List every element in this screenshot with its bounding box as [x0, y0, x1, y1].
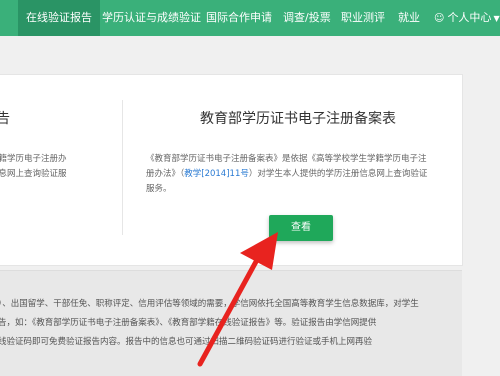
notice-line: 告，如：《教育部学历证书电子注册备案表》、《教育部学籍在线验证报告》等。验证报告… — [0, 318, 377, 328]
regulation-link[interactable]: 教学[2014]11号 — [184, 169, 249, 179]
nav-item-label: 学历认证与成绩验证 — [102, 11, 201, 24]
chevron-down-icon: ▼ — [493, 14, 500, 23]
left-card-desc-line: 学籍学历电子注册办 — [0, 154, 67, 164]
left-card-desc-line: 信息网上查询验证服 — [0, 169, 67, 179]
left-card-description: 学籍学历电子注册办 信息网上查询验证服 — [0, 152, 115, 182]
card-desc-line: 服务。 — [146, 184, 172, 194]
user-icon: ☺ — [434, 13, 445, 24]
card-description: 《教育部学历证书电子注册备案表》是依据《高等学校学生学籍学历电子注 册办法》（教… — [146, 152, 446, 197]
card-desc-line: 册办法》（教学[2014]11号）对学生本人提供的学历注册信息网上查询验证 — [146, 167, 446, 182]
nav-item-label: 就业 — [398, 11, 420, 24]
card-desc-text: ）对学生本人提供的学历注册信息网上查询验证 — [248, 169, 428, 179]
nav-item-label: 调查/投票 — [283, 11, 331, 24]
user-center-menu[interactable]: ☺ 个人中心 ▼ — [434, 0, 500, 36]
nav-item-online-verify-report[interactable]: 在线验证报告 — [18, 0, 100, 36]
notice-line: 线验证码即可免费验证报告内容。报告中的信息也可通过扫描二维码验证码进行验证或手机… — [0, 337, 373, 347]
nav-item-label: 职业测评 — [341, 11, 385, 24]
nav-item-survey-vote[interactable]: 调查/投票 — [283, 0, 331, 36]
nav-item-career-assessment[interactable]: 职业测评 — [341, 0, 385, 36]
top-nav: 在线验证报告 学历认证与成绩验证 国际合作申请 调查/投票 职业测评 就业 ☺ 个… — [0, 0, 500, 36]
user-center-label: 个人中心 — [447, 11, 492, 24]
nav-item-label: 国际合作申请 — [206, 11, 272, 24]
nav-item-label: 在线验证报告 — [26, 11, 92, 24]
notice-line: ）、出国留学、干部任免、职称评定、信用评估等领域的需要，学信网依托全国高等教育学… — [0, 299, 419, 309]
nav-item-employment[interactable]: 就业 — [398, 0, 420, 36]
view-button[interactable]: 查看 — [269, 215, 333, 241]
card-desc-line: 《教育部学历证书电子注册备案表》是依据《高等学校学生学籍学历电子注 — [146, 154, 427, 164]
notice-text: ）、出国留学、干部任免、职称评定、信用评估等领域的需要，学信网依托全国高等教育学… — [0, 295, 438, 352]
nav-item-international-cooperation[interactable]: 国际合作申请 — [206, 0, 272, 36]
card-title: 教育部学历证书电子注册备案表 — [200, 111, 396, 127]
left-card-title: 告 — [0, 111, 10, 127]
nav-item-degree-certification[interactable]: 学历认证与成绩验证 — [102, 0, 201, 36]
card-divider — [122, 100, 123, 235]
card-desc-text: 册办法》（ — [146, 169, 185, 179]
